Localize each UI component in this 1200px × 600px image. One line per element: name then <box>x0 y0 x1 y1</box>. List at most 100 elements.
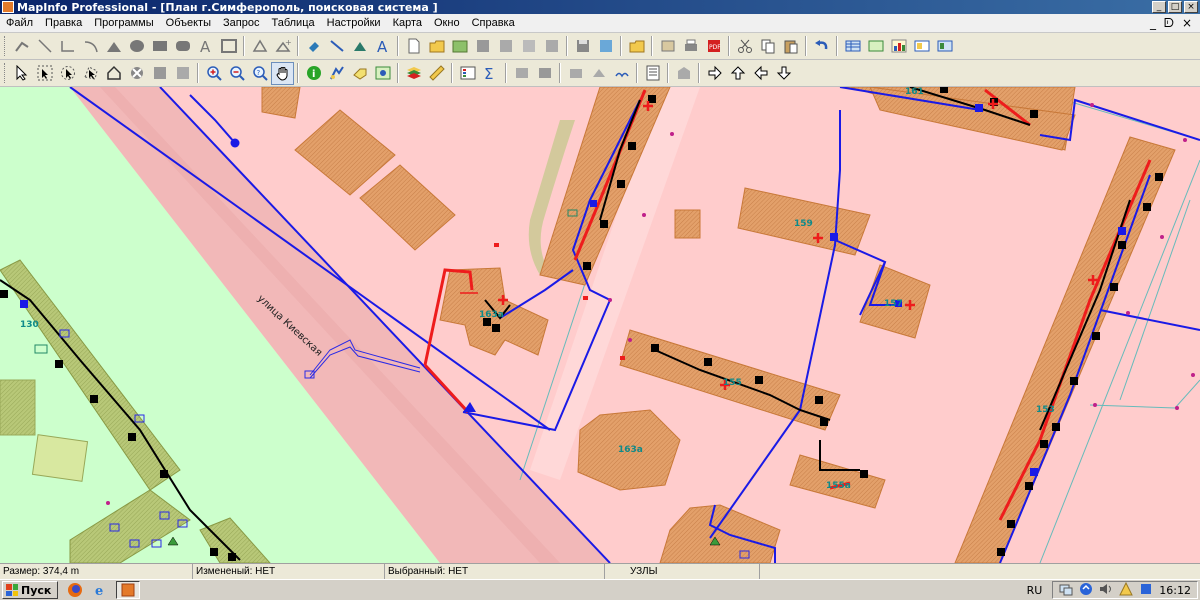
set-target-icon[interactable] <box>533 62 556 85</box>
frame-icon[interactable] <box>217 35 240 58</box>
building-icon[interactable] <box>672 62 695 85</box>
map-window-icon[interactable] <box>864 35 887 58</box>
rectangle-icon[interactable] <box>148 35 171 58</box>
save-workspace-icon[interactable] <box>571 35 594 58</box>
menu-tools[interactable]: Программы <box>88 17 159 29</box>
arc-icon[interactable] <box>79 35 102 58</box>
alert-icon[interactable] <box>1119 581 1134 599</box>
layer-control-icon[interactable] <box>402 62 425 85</box>
boundary-select-icon[interactable] <box>102 62 125 85</box>
copy-icon[interactable] <box>756 35 779 58</box>
clock[interactable]: 16:12 <box>1159 584 1191 597</box>
mdi-minimize-button[interactable]: _ <box>1150 16 1156 31</box>
drag-map-icon[interactable] <box>371 62 394 85</box>
invert-select-icon[interactable] <box>171 62 194 85</box>
graph-select-icon[interactable] <box>148 62 171 85</box>
list-icon[interactable] <box>641 62 664 85</box>
grabber-icon[interactable] <box>271 61 294 85</box>
print-preview-icon[interactable] <box>656 35 679 58</box>
change-view-icon[interactable]: ? <box>248 62 271 85</box>
antivirus-icon[interactable] <box>1139 582 1153 599</box>
language-indicator[interactable]: RU <box>1027 584 1043 597</box>
legend-icon[interactable] <box>456 62 479 85</box>
toolbar-grip[interactable] <box>4 63 7 83</box>
start-button[interactable]: Пуск <box>2 581 59 599</box>
split-icon[interactable] <box>610 62 633 85</box>
save-table-icon[interactable] <box>517 35 540 58</box>
ellipse-icon[interactable] <box>125 35 148 58</box>
close-table-icon[interactable] <box>471 35 494 58</box>
select-icon[interactable] <box>10 62 33 85</box>
arrow-down-icon[interactable] <box>772 62 795 85</box>
menu-map[interactable]: Карта <box>387 17 428 29</box>
marquee-select-icon[interactable] <box>33 62 56 85</box>
open-folder-icon[interactable] <box>625 35 648 58</box>
menu-edit[interactable]: Правка <box>39 17 88 29</box>
network-icon[interactable] <box>1059 582 1073 599</box>
mdi-close-button[interactable]: × <box>1182 16 1192 31</box>
save-copy-icon[interactable] <box>540 35 563 58</box>
menu-table[interactable]: Таблица <box>265 17 320 29</box>
ruler-icon[interactable] <box>425 62 448 85</box>
new-table-icon[interactable] <box>402 35 425 58</box>
radius-select-icon[interactable] <box>56 62 79 85</box>
text-icon[interactable]: A <box>194 35 217 58</box>
volume-icon[interactable] <box>1099 582 1113 599</box>
hotlink-icon[interactable] <box>325 62 348 85</box>
menu-window[interactable]: Окно <box>428 17 466 29</box>
update-icon[interactable] <box>1079 582 1093 599</box>
text-style-icon[interactable]: A <box>371 35 394 58</box>
ie-icon[interactable]: e <box>92 581 110 599</box>
region-style-icon[interactable] <box>348 35 371 58</box>
arrow-left-icon[interactable] <box>749 62 772 85</box>
toolbar-grip[interactable] <box>4 36 7 56</box>
close-all-icon[interactable] <box>494 35 517 58</box>
line-style-icon[interactable] <box>325 35 348 58</box>
mapinfo-task-button[interactable] <box>116 581 141 599</box>
map-canvas[interactable]: 161 159 157 163а 163а 155 155а 153 130 у… <box>0 87 1200 563</box>
label-icon[interactable] <box>348 62 371 85</box>
zoom-out-icon[interactable] <box>225 62 248 85</box>
info-icon[interactable]: i <box>302 62 325 85</box>
firefox-icon[interactable] <box>66 581 84 599</box>
polyline-draw-icon[interactable] <box>56 35 79 58</box>
erase-icon[interactable] <box>587 62 610 85</box>
graph-icon[interactable] <box>887 35 910 58</box>
polygon-icon[interactable] <box>102 35 125 58</box>
layout-icon[interactable] <box>910 35 933 58</box>
combine-icon[interactable] <box>564 62 587 85</box>
symbol-style-icon[interactable] <box>302 35 325 58</box>
open-workspace-icon[interactable] <box>448 35 471 58</box>
arrow-up-icon[interactable] <box>726 62 749 85</box>
arrow-right-icon[interactable] <box>703 62 726 85</box>
mdi-restore-button[interactable]: ᗟ <box>1164 16 1174 31</box>
browser-icon[interactable] <box>841 35 864 58</box>
menu-file[interactable]: Файл <box>0 17 39 29</box>
pdf-icon[interactable]: PDF <box>702 35 725 58</box>
paste-icon[interactable] <box>779 35 802 58</box>
clip-region-icon[interactable] <box>510 62 533 85</box>
zoom-in-icon[interactable] <box>202 62 225 85</box>
print-icon[interactable] <box>679 35 702 58</box>
reshape-icon[interactable] <box>248 35 271 58</box>
map-window[interactable]: 161 159 157 163а 163а 155 155а 153 130 у… <box>0 87 1200 563</box>
unselect-icon[interactable] <box>125 62 148 85</box>
redistrict-icon[interactable] <box>933 35 956 58</box>
menu-help[interactable]: Справка <box>466 17 521 29</box>
maximize-button[interactable]: □ <box>1168 1 1182 13</box>
open-table-icon[interactable] <box>425 35 448 58</box>
statistics-icon[interactable]: Σ <box>479 62 502 85</box>
polygon-select-icon[interactable] <box>79 62 102 85</box>
cut-icon[interactable] <box>733 35 756 58</box>
add-node-icon[interactable]: + <box>271 35 294 58</box>
menu-options[interactable]: Настройки <box>321 17 387 29</box>
close-button[interactable]: × <box>1184 1 1198 13</box>
status-layer[interactable]: УЗЛЫ <box>605 563 760 580</box>
menu-objects[interactable]: Объекты <box>160 17 217 29</box>
line-icon[interactable] <box>33 35 56 58</box>
menu-query[interactable]: Запрос <box>217 17 265 29</box>
undo-icon[interactable] <box>810 35 833 58</box>
polyline-icon[interactable] <box>10 35 33 58</box>
import-icon[interactable] <box>594 35 617 58</box>
minimize-button[interactable]: _ <box>1152 1 1166 13</box>
